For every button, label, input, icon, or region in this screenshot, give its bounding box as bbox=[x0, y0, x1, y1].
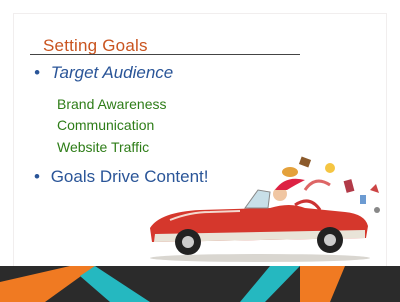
slide: Setting Goals • Target Audience Brand Aw… bbox=[0, 0, 400, 302]
bullet-target-audience: • Target Audience bbox=[34, 63, 173, 83]
flying-items-icon bbox=[282, 156, 380, 213]
bullet-dot-icon: • bbox=[34, 63, 40, 82]
bullet-dot-icon: • bbox=[34, 167, 40, 186]
sub-item-communication: Communication bbox=[57, 117, 155, 133]
convertible-car-illustration bbox=[150, 156, 380, 262]
sub-item-brand-awareness: Brand Awareness bbox=[57, 96, 167, 112]
bullet-text: Target Audience bbox=[50, 63, 174, 82]
footer-band bbox=[0, 266, 400, 302]
title-underline bbox=[30, 54, 300, 55]
slide-title: Setting Goals bbox=[43, 36, 148, 55]
